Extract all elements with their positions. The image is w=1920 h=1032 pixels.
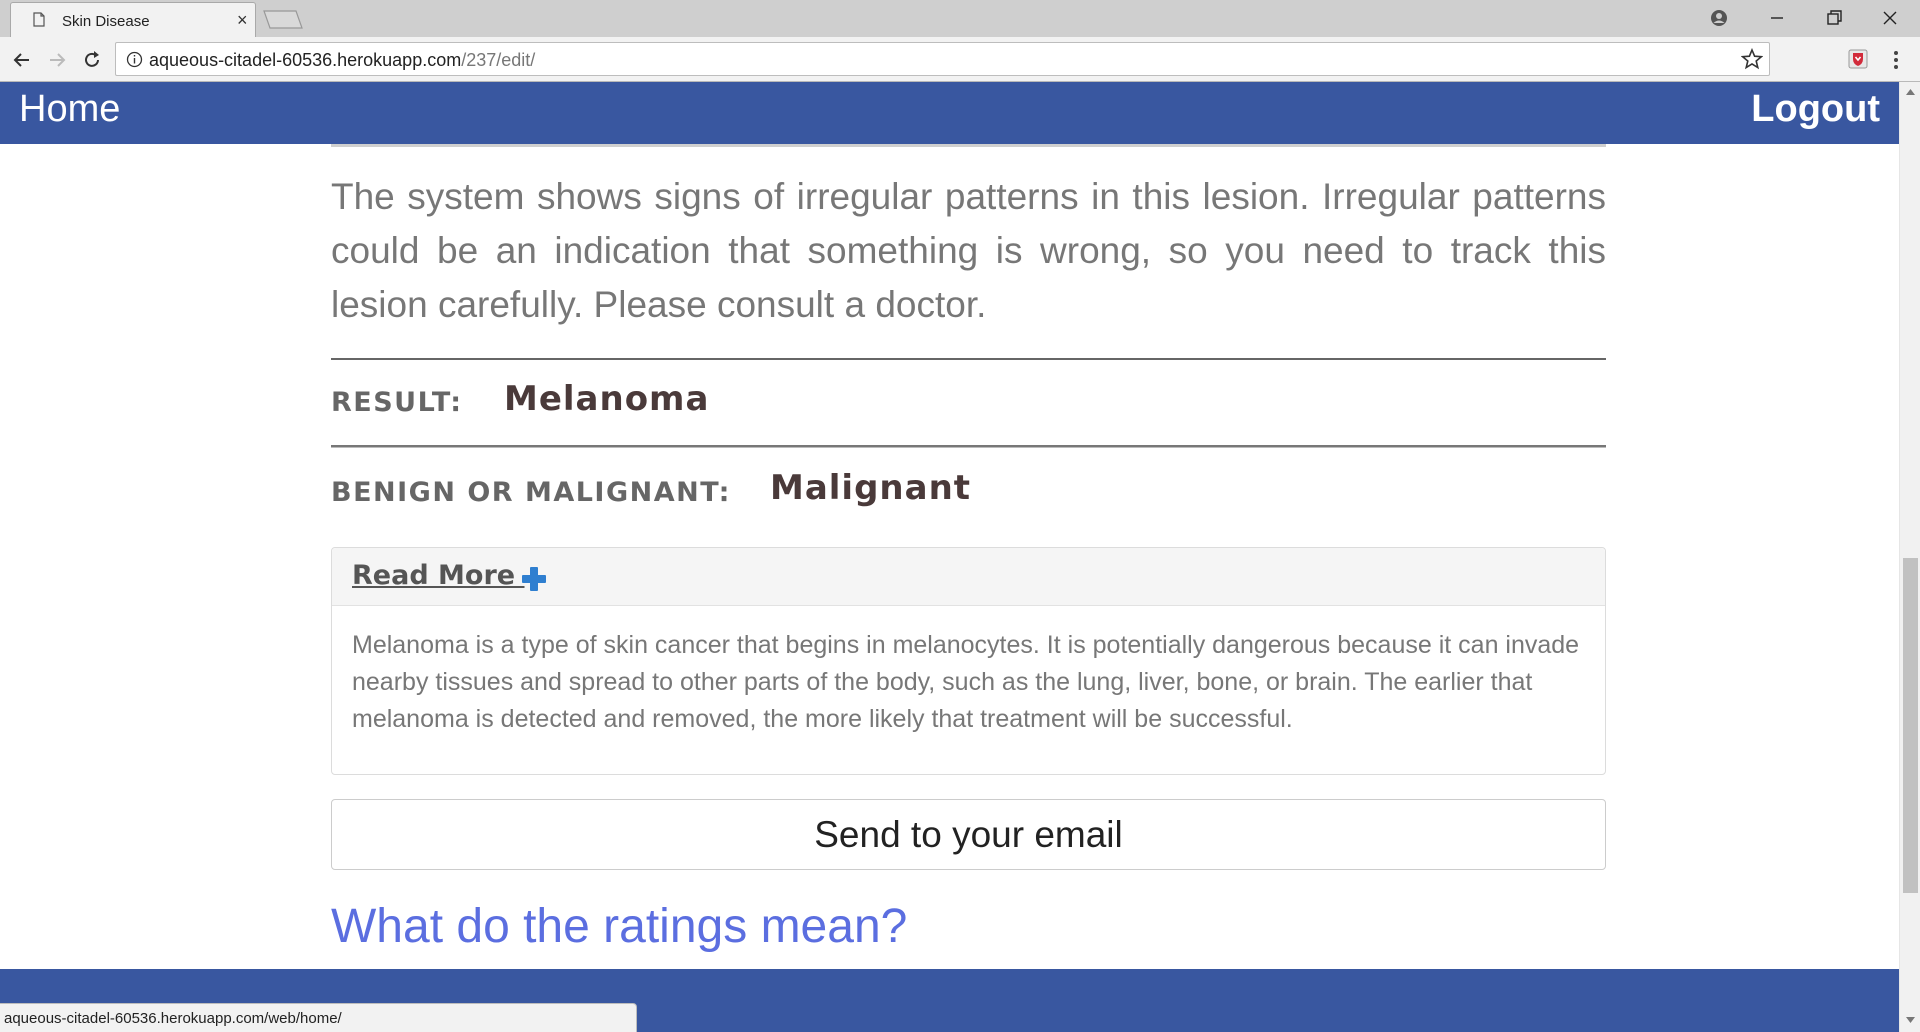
reload-icon[interactable] [81,49,103,71]
kebab-menu-icon[interactable] [1893,49,1899,71]
divider [331,144,1606,147]
warning-message: The system shows signs of irregular patt… [331,176,1606,325]
read-more-link[interactable]: Read More [352,560,525,591]
info-icon[interactable] [126,51,143,68]
read-more-panel: Read More Melanoma is a type of skin can… [331,547,1606,775]
url-path: /237/edit/ [461,50,536,70]
home-link[interactable]: Home [19,88,120,131]
browser-toolbar: aqueous-citadel-60536.herokuapp.com/237/… [0,37,1920,82]
address-bar[interactable]: aqueous-citadel-60536.herokuapp.com/237/… [115,42,1770,76]
browser-tab[interactable]: Skin Disease × [10,2,256,37]
url-text[interactable]: aqueous-citadel-60536.herokuapp.com/237/… [149,50,535,71]
back-arrow-icon[interactable] [11,49,33,71]
status-url-bubble: aqueous-citadel-60536.herokuapp.com/web/… [0,1003,637,1032]
url-host: aqueous-citadel-60536.herokuapp.com [149,50,462,70]
divider [331,358,1606,360]
page-viewport: Home Logout The system shows signs of ir… [0,82,1899,1032]
star-icon[interactable] [1741,48,1763,70]
result-label: RESULT: [331,387,463,418]
tab-close-icon[interactable]: × [237,10,248,31]
page-scrollbar[interactable] [1899,82,1920,1032]
profile-icon[interactable] [1707,6,1731,30]
minimize-icon[interactable] [1765,6,1789,30]
scroll-thumb[interactable] [1903,558,1918,893]
scroll-down-arrow-icon[interactable] [1906,1016,1915,1024]
plus-icon[interactable] [520,565,548,593]
scroll-up-arrow-icon[interactable] [1906,88,1915,96]
shield-extension-icon[interactable] [1847,48,1869,70]
close-window-icon[interactable] [1878,6,1902,30]
send-email-button[interactable]: Send to your email [331,799,1606,870]
result-value: Melanoma [504,379,710,419]
ratings-link[interactable]: What do the ratings mean? [331,899,907,954]
restore-icon[interactable] [1822,6,1846,30]
site-navbar: Home Logout [0,82,1899,144]
forward-arrow-icon[interactable] [46,49,68,71]
benign-malignant-label: BENIGN OR MALIGNANT: [331,477,731,508]
melanoma-description: Melanoma is a type of skin cancer that b… [352,631,1580,733]
new-tab-button[interactable] [262,8,304,30]
browser-tabstrip: Skin Disease × [0,0,1920,37]
benign-malignant-value: Malignant [770,468,972,508]
divider [331,445,1606,448]
tab-title: Skin Disease [62,13,150,30]
logout-link[interactable]: Logout [1751,88,1880,131]
panel-heading: Read More [332,548,1605,606]
page-icon [33,12,45,27]
